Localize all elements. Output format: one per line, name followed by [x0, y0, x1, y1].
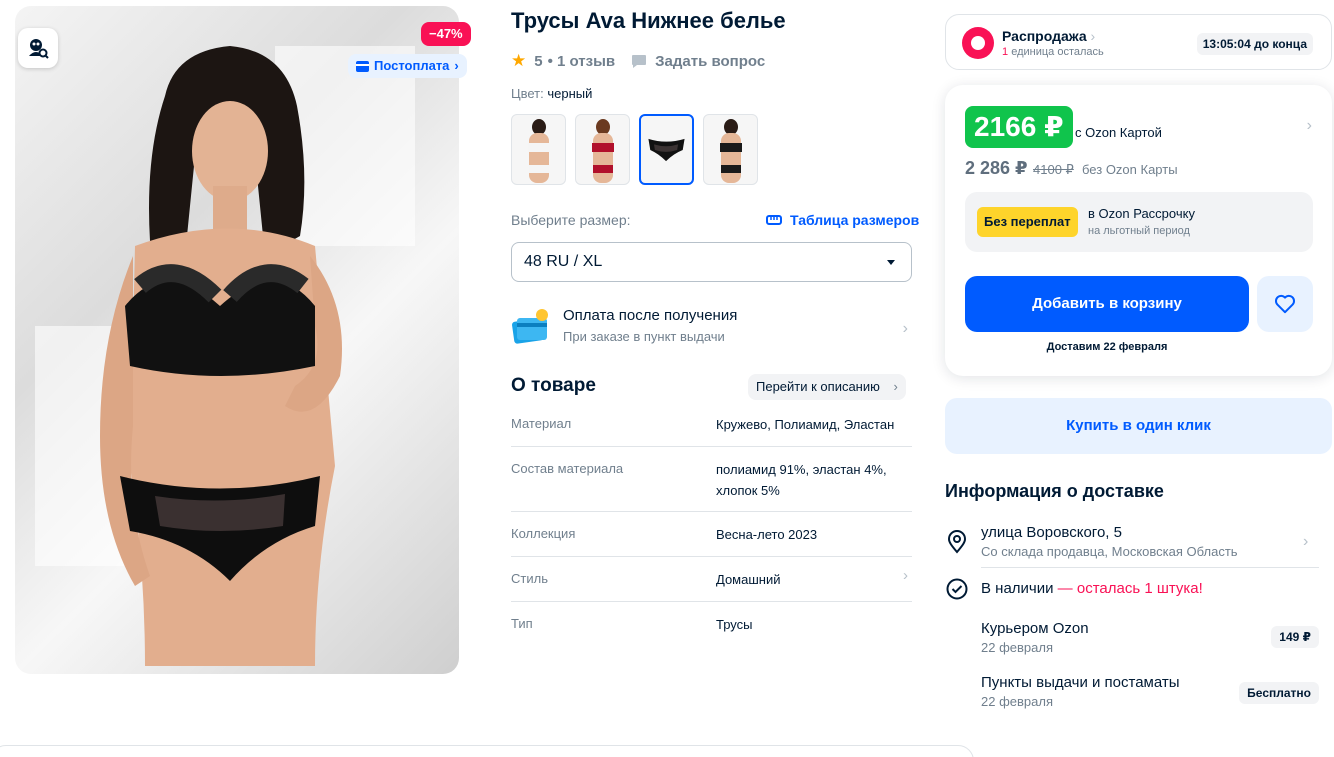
discount-badge: −47% — [421, 22, 471, 46]
rating-row[interactable]: ★ 5 • 1 отзыв Задать вопрос — [511, 51, 765, 71]
spec-row: Материал Кружево, Полиамид, Эластан — [511, 402, 912, 447]
size-table-label: Таблица размеров — [790, 212, 920, 228]
chevron-right-icon: › — [893, 379, 898, 394]
spec-key: Стиль — [511, 571, 548, 586]
color-label: Цвет: — [511, 86, 544, 101]
chevron-right-icon: › — [903, 567, 908, 584]
swatch-white[interactable] — [511, 114, 566, 185]
star-icon: ★ — [511, 51, 527, 70]
spec-row: Тип Трусы — [511, 602, 912, 647]
spec-key: Коллекция — [511, 526, 576, 541]
chat-bubble-icon — [632, 54, 647, 68]
goto-description-button[interactable]: Перейти к описанию › — [748, 374, 906, 400]
spec-value: полиамид 91%, эластан 4%, хлопок 5% — [716, 462, 887, 498]
delivery-address[interactable]: улица Воровского, 5 — [981, 524, 1122, 541]
spec-row: Коллекция Весна-лето 2023 — [511, 512, 912, 557]
caret-down-icon — [887, 260, 895, 265]
shipping-option-pickup: Пункты выдачи и постаматы 22 февраля Бес… — [981, 674, 1319, 709]
camera-search-icon — [29, 39, 49, 59]
regular-price: 2 286 ₽ — [965, 158, 1028, 178]
postpay-label: Постоплата — [374, 58, 450, 73]
chevron-right-icon: › — [902, 320, 908, 337]
spec-row: Состав материала полиамид 91%, эластан 4… — [511, 447, 912, 512]
size-table-link[interactable]: Таблица размеров — [766, 212, 919, 228]
sale-icon — [962, 27, 994, 59]
rating-value: 5 — [534, 52, 543, 70]
size-label: Выберите размер: — [511, 212, 631, 228]
color-row: Цвет: черный — [511, 86, 592, 101]
sale-card[interactable]: Распродажа › 1 единица осталась 13:05:04… — [945, 14, 1332, 70]
without-card-label: без Ozon Карты — [1082, 162, 1178, 177]
ozon-card-label: с Ozon Картой — [1075, 125, 1162, 140]
spec-value[interactable]: Домашний — [716, 569, 912, 590]
shipping-cost: Бесплатно — [1239, 682, 1319, 704]
chevron-right-icon[interactable]: › — [1307, 117, 1312, 135]
price-card: 2166 ₽ с Ozon Картой › 2 286 ₽ 4100 ₽ бе… — [945, 85, 1332, 376]
swatch-thumbnail — [528, 119, 550, 183]
swatch-thumbnail — [720, 119, 742, 183]
swatch-red[interactable] — [575, 114, 630, 185]
check-circle-icon — [946, 578, 968, 600]
ruler-icon — [766, 215, 782, 225]
goto-description-label: Перейти к описанию — [756, 379, 880, 394]
product-gallery[interactable] — [15, 6, 459, 674]
size-select[interactable]: 48 RU / XL — [511, 242, 912, 282]
spec-value: Кружево, Полиамид, Эластан — [716, 417, 895, 432]
sale-title: Распродажа › — [1002, 28, 1096, 44]
installment-subtitle: на льготный период — [1088, 225, 1190, 237]
swatch-black[interactable] — [639, 114, 694, 185]
delivery-title: Информация о доставке — [945, 481, 1164, 501]
swatch-black-lace[interactable] — [703, 114, 758, 185]
spec-value: Трусы — [716, 617, 753, 632]
color-value: черный — [547, 86, 593, 101]
heart-icon — [1274, 294, 1296, 314]
cards-icon — [512, 309, 548, 344]
spec-key: Тип — [511, 616, 533, 631]
shipping-cost: 149 ₽ — [1271, 626, 1319, 648]
swatch-thumbnail — [592, 119, 614, 183]
postpay-badge[interactable]: Постоплата › — [348, 54, 467, 78]
wallet-icon — [356, 60, 369, 72]
payment-after-subtitle: При заказе в пункт выдачи — [563, 329, 725, 344]
ask-question-link[interactable]: Задать вопрос — [631, 53, 765, 70]
search-by-photo-button[interactable] — [18, 28, 58, 68]
ozon-card-price[interactable]: 2166 ₽ — [965, 106, 1073, 148]
size-select-value: 48 RU / XL — [524, 253, 603, 270]
shipping-date: 22 февраля — [981, 640, 1053, 655]
about-title: О товаре — [511, 375, 596, 396]
payment-after-title: Оплата после получения — [563, 307, 738, 324]
spec-value: Весна-лето 2023 — [716, 527, 818, 542]
swatch-thumbnail — [648, 138, 685, 162]
spec-row[interactable]: Стиль Домашний › — [511, 557, 912, 602]
spec-key: Состав материала — [511, 461, 624, 476]
sale-timer: 13:05:04 до конца — [1196, 33, 1313, 55]
payment-after-row[interactable]: Оплата после получения При заказе в пунк… — [511, 306, 912, 350]
installment-block[interactable]: Без переплат в Ozon Рассрочку на льготны… — [965, 192, 1313, 252]
installment-title: в Ozon Рассрочку — [1088, 206, 1195, 221]
installment-badge: Без переплат — [977, 207, 1078, 237]
old-price: 4100 ₽ — [1033, 162, 1074, 177]
product-photo — [100, 46, 342, 666]
specs-list: Материал Кружево, Полиамид, Эластан Сост… — [511, 402, 912, 647]
chevron-right-icon[interactable]: › — [1303, 533, 1308, 551]
location-pin-icon — [947, 530, 967, 554]
product-title: Трусы Ava Нижнее белье — [511, 8, 786, 33]
divider — [981, 567, 1319, 568]
buy-one-click-button[interactable]: Купить в один клик — [945, 398, 1332, 454]
sale-subtitle: 1 единица осталась — [1002, 46, 1104, 58]
shipping-option-courier: Курьером Ozon 22 февраля 149 ₽ — [981, 620, 1319, 655]
ask-question-label: Задать вопрос — [655, 52, 766, 70]
stock-status: В наличии — осталась 1 штука! — [981, 580, 1203, 597]
shipping-name: Курьером Ozon — [981, 620, 1089, 637]
delivery-date: Доставим 22 февраля — [1046, 341, 1168, 353]
delivery-warehouse: Со склада продавца, Московская Область — [981, 544, 1238, 559]
add-to-cart-button[interactable]: Добавить в корзину — [965, 276, 1249, 332]
chevron-right-icon: › — [454, 58, 459, 73]
favorite-button[interactable] — [1257, 276, 1313, 332]
reviews-count[interactable]: • 1 отзыв — [548, 53, 616, 70]
bottom-card — [0, 745, 974, 757]
color-swatches — [511, 114, 758, 185]
spec-key: Материал — [511, 416, 572, 431]
